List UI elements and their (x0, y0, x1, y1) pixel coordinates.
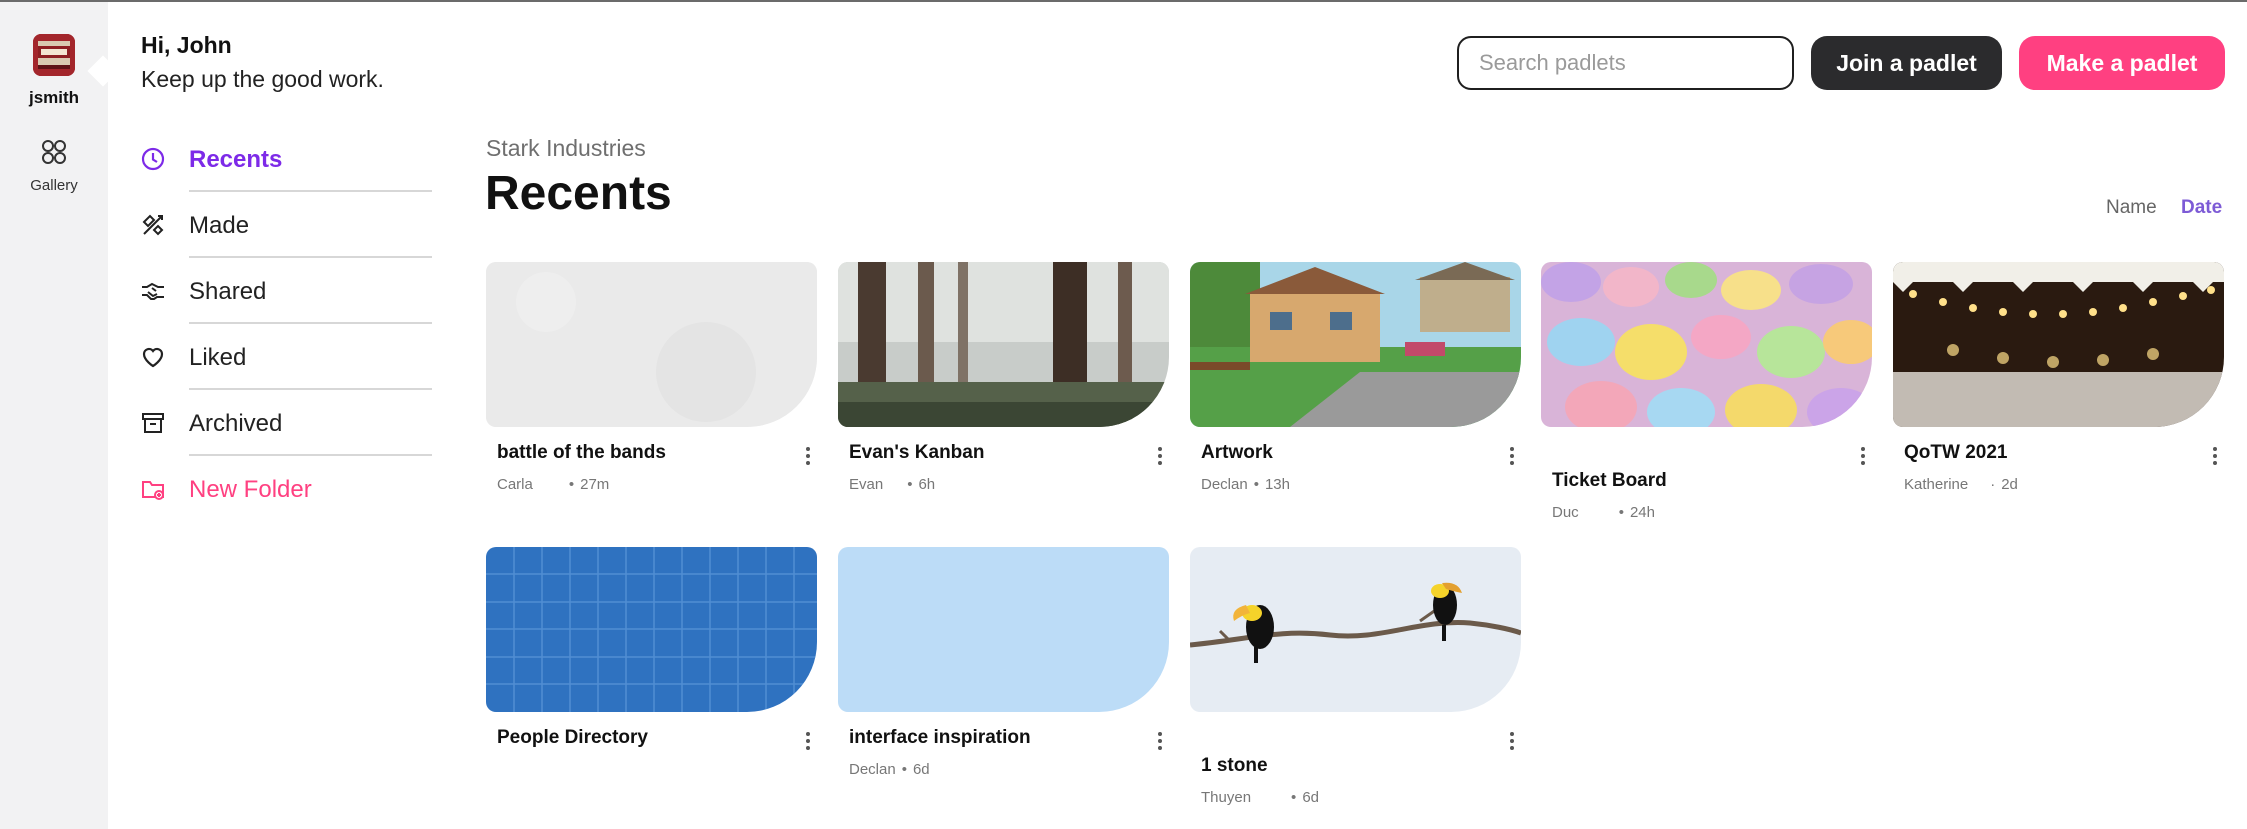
card-meta: Declan • 6d (849, 761, 930, 778)
rail-gallery-label[interactable]: Gallery (0, 177, 108, 194)
card-author: Evan (849, 476, 884, 493)
more-options-icon[interactable] (1508, 729, 1516, 755)
card-time: 6d (912, 761, 930, 778)
nav-label: Recents (189, 146, 283, 173)
tools-icon (140, 212, 166, 238)
nav-item-archived[interactable]: Archived (140, 390, 432, 456)
more-options-icon[interactable] (1156, 444, 1164, 470)
more-options-icon[interactable] (2211, 444, 2219, 470)
card-time: 24h (1629, 504, 1655, 521)
card-time: 2d (2001, 476, 2018, 493)
nav-item-made[interactable]: Made (140, 192, 432, 258)
sort-by-date[interactable]: Date (2181, 197, 2222, 219)
org-name: Stark Industries (486, 135, 646, 161)
left-rail (0, 2, 119, 829)
clock-icon (140, 146, 166, 172)
more-options-icon[interactable] (1508, 444, 1516, 470)
card-title[interactable]: Evan's Kanban (849, 442, 984, 464)
card-thumbnail[interactable] (1893, 262, 2224, 427)
card-thumbnail[interactable] (486, 547, 817, 712)
card-title[interactable]: QoTW 2021 (1904, 442, 2007, 464)
card-author: Declan (1201, 476, 1248, 493)
card-author: Duc (1552, 504, 1579, 521)
card-meta: Katherine · 2d (1904, 476, 2018, 493)
more-options-icon[interactable] (1859, 444, 1867, 470)
handshake-icon (140, 278, 166, 304)
avatar[interactable] (33, 34, 75, 76)
sort-by-name[interactable]: Name (2106, 197, 2157, 219)
card-title[interactable]: 1 stone (1201, 755, 1268, 777)
more-options-icon[interactable] (804, 444, 812, 470)
join-padlet-button[interactable]: Join a padlet (1811, 36, 2002, 90)
nav-label: Made (189, 212, 250, 239)
nav-item-liked[interactable]: Liked (140, 324, 432, 390)
rail-username[interactable]: jsmith (0, 88, 108, 108)
card-thumbnail[interactable] (1190, 262, 1521, 427)
top-border (0, 0, 2247, 2)
page-title: Recents (485, 167, 672, 220)
card-author: Thuyen (1201, 789, 1252, 806)
nav-label: Shared (189, 278, 267, 305)
card-title[interactable]: Ticket Board (1552, 470, 1667, 492)
card-author: Carla (497, 476, 533, 493)
nav-item-recents[interactable]: Recents (140, 126, 432, 192)
card-title[interactable]: interface inspiration (849, 727, 1031, 749)
card-author: Katherine (1904, 476, 1969, 493)
nav-label: New Folder (189, 476, 312, 503)
nav-item-shared[interactable]: Shared (140, 258, 432, 324)
card-title[interactable]: Artwork (1201, 442, 1273, 464)
card-author: Declan (849, 761, 896, 778)
card-meta: Thuyen • 6d (1201, 789, 1319, 806)
side-nav: Recents Made Shared Liked Archived New F (140, 126, 432, 522)
make-padlet-button[interactable]: Make a padlet (2019, 36, 2225, 90)
card-meta: Carla • 27m (497, 476, 610, 493)
card-meta: Declan • 13h (1201, 476, 1290, 493)
card-thumbnail[interactable] (1541, 262, 1872, 427)
card-thumbnail[interactable] (838, 262, 1169, 427)
greeting-subtitle: Keep up the good work. (141, 66, 384, 92)
nav-item-new-folder[interactable]: New Folder (140, 456, 432, 522)
archive-icon (140, 410, 166, 436)
heart-icon (140, 344, 166, 370)
rail-notch (87, 55, 119, 87)
card-title[interactable]: People Directory (497, 727, 648, 749)
card-meta: Evan • 6h (849, 476, 936, 493)
greeting-title: Hi, John (141, 32, 232, 58)
card-thumbnail[interactable] (1190, 547, 1521, 712)
card-time: 6d (1302, 789, 1319, 806)
card-title[interactable]: battle of the bands (497, 442, 666, 464)
card-time: 13h (1264, 476, 1290, 493)
card-time: 6h (918, 476, 936, 493)
card-meta: Duc • 24h (1552, 504, 1655, 521)
nav-label: Liked (189, 344, 247, 371)
more-options-icon[interactable] (1156, 729, 1164, 755)
new-folder-icon (140, 476, 166, 502)
nav-label: Archived (189, 410, 283, 437)
gallery-icon[interactable] (40, 138, 68, 166)
search-input[interactable] (1457, 36, 1794, 90)
card-thumbnail[interactable] (838, 547, 1169, 712)
more-options-icon[interactable] (804, 729, 812, 755)
card-thumbnail[interactable] (486, 262, 817, 427)
card-time: 27m (580, 476, 610, 493)
